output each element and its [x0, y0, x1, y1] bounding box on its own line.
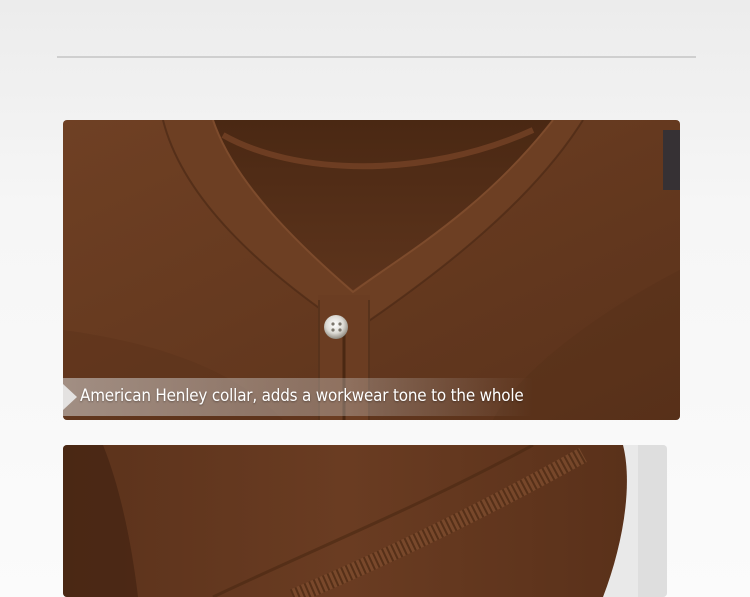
- caption-notch: [63, 384, 77, 410]
- collar-caption: American Henley collar, adds a workwear …: [80, 386, 524, 405]
- hem-stitch-photo: [63, 445, 667, 597]
- top-divider: [57, 56, 696, 58]
- henley-collar-photo: [63, 120, 680, 420]
